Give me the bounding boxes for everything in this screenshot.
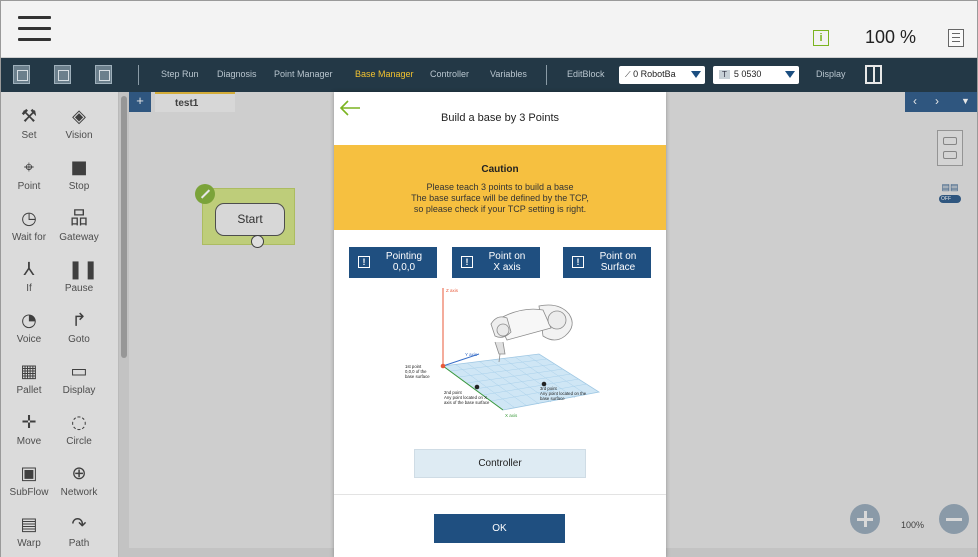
info-icon[interactable]: i [813,30,829,46]
editblock-button[interactable]: EditBlock [567,69,605,79]
base-select-value: 0 RobotBa [633,69,676,79]
robot-base-icon: ⟋ [625,70,631,79]
display-toggle-icon[interactable] [865,65,882,84]
point1-label: base surface [405,374,430,379]
caution-line: The base surface will be defined by the … [411,193,589,203]
dialog-divider [334,494,666,495]
toolbar-divider [138,65,139,85]
base-illustration: Z axis Y axis X axis 1st point 0,0,0 of … [405,288,601,418]
point-x-axis-button[interactable]: ! Point on X axis [452,247,540,278]
point2-label: axis of the base surface [444,400,490,405]
y-axis-label: Y axis [465,352,478,357]
caution-box: Caution Please teach 3 points to build a… [334,145,666,230]
tab-variables[interactable]: Variables [490,69,527,79]
base-select-dropdown[interactable]: ⟋ 0 RobotBa [619,66,705,84]
list-menu-icon[interactable] [948,29,964,47]
tab-controller[interactable]: Controller [430,69,469,79]
chevron-down-icon [785,71,795,78]
tab-diagnosis[interactable]: Diagnosis [217,69,257,79]
pointing-origin-button[interactable]: ! Pointing 0,0,0 [349,247,437,278]
chevron-down-icon [691,71,701,78]
step-label: Point on [599,251,637,262]
warning-icon: ! [461,256,473,268]
caution-line: so please check if your TCP setting is r… [413,204,587,214]
tab-point-manager[interactable]: Point Manager [274,69,333,79]
hamburger-menu-icon[interactable] [18,16,51,42]
controller-button[interactable]: Controller [414,449,586,478]
warning-icon: ! [572,256,584,268]
ok-button[interactable]: OK [434,514,565,543]
top-bar: i 100 % [1,1,977,58]
point-surface-button[interactable]: ! Point on Surface [563,247,651,278]
tool-badge: T [719,70,730,79]
speed-percentage[interactable]: 100 % [865,27,916,48]
caution-line: Please teach 3 points to build a base [426,182,574,192]
tab-step-run[interactable]: Step Run [161,69,199,79]
dialog-title: Build a base by 3 Points [440,112,560,124]
step-label: X axis [493,262,521,273]
tab-base-manager[interactable]: Base Manager [355,69,414,79]
tool-select-value: 5 0530 [733,69,762,79]
caution-title: Caution [481,164,519,175]
step-label: 0,0,0 [392,262,416,273]
app-window: i 100 % Step Run Diagnosis Point Manager… [0,0,978,557]
point3-label: base surface [540,396,565,401]
display-label[interactable]: Display [816,69,846,79]
tool-select-dropdown[interactable]: T5 0530 [713,66,799,84]
new-file-icon[interactable] [13,65,30,84]
step-label: Surface [600,262,636,273]
warning-icon: ! [358,256,370,268]
z-axis-label: Z axis [446,288,459,293]
step-label: Point on [488,251,526,262]
toolbar: Step Run Diagnosis Point Manager Base Ma… [1,58,977,92]
toolbar-divider [546,65,547,85]
step-label: Pointing [385,251,423,262]
build-base-dialog: Build a base by 3 Points Caution Please … [334,92,666,557]
x-axis-label: X axis [505,413,518,418]
save-file-icon[interactable] [54,65,71,84]
open-file-icon[interactable] [95,65,112,84]
